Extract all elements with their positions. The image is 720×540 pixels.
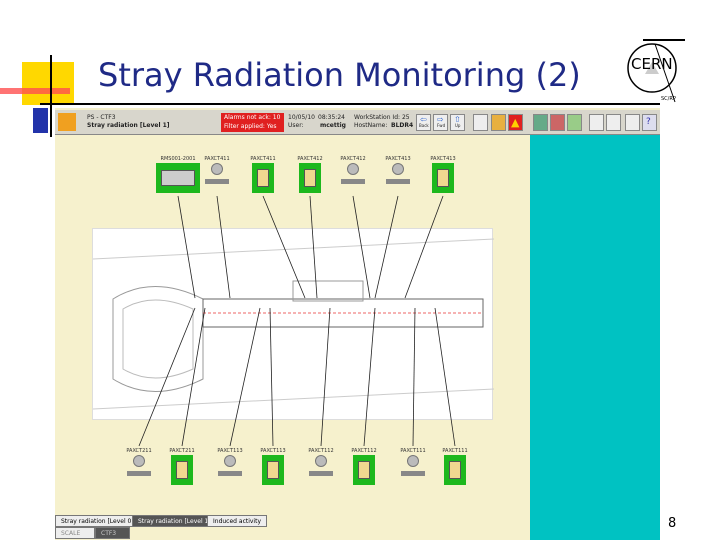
help-icon: ?: [646, 117, 651, 127]
gauge-bar: [401, 471, 425, 476]
help-button[interactable]: ?: [642, 114, 657, 131]
monitor-icon: [437, 169, 449, 187]
gauge-dial-icon: [211, 163, 223, 175]
connector-line: [434, 307, 456, 447]
gauge-bar: [218, 471, 242, 476]
device-label: PAXCT111: [400, 448, 426, 454]
connector-line: [404, 195, 444, 299]
connector-line: [352, 195, 371, 299]
cern-logo-text: CERN: [631, 55, 673, 73]
device-label: PAXCT211: [169, 448, 195, 454]
device-label: PAXCT412: [297, 156, 323, 162]
radiation-gauge[interactable]: [341, 163, 365, 189]
tab-level-1[interactable]: Stray radiation [Level 1]: [132, 515, 217, 527]
cern-logo: CERN SC/RP: [625, 38, 685, 103]
radiation-gauge[interactable]: [401, 455, 425, 481]
yellow-square-decoration: [22, 62, 74, 105]
network-button[interactable]: [606, 114, 621, 131]
monitor-icon: [176, 461, 188, 479]
side-panel: [530, 135, 660, 540]
connector-line: [262, 195, 306, 299]
device-label: RMS001-2001: [160, 156, 196, 162]
monitor-icon: [358, 461, 370, 479]
device-label: PAXCT112: [351, 448, 377, 454]
radiation-gauge[interactable]: [205, 163, 229, 189]
connector-line: [363, 307, 376, 447]
red-bar-decoration: [0, 88, 70, 94]
gauge-dial-icon: [224, 455, 236, 467]
subtab-scale[interactable]: SCALE: [55, 527, 95, 539]
gauge-bar: [127, 471, 151, 476]
monitor-icon: [257, 169, 269, 187]
device-label: PAXCT411: [250, 156, 276, 162]
gauge-dial-icon: [347, 163, 359, 175]
scada-screenshot: PS - CTF3 Stray radiation [Level 1] Alar…: [55, 108, 660, 540]
users-button[interactable]: [533, 114, 548, 131]
user-button[interactable]: [567, 114, 582, 131]
radiation-gauge[interactable]: [127, 455, 151, 481]
connector-line: [138, 307, 196, 447]
device-label: PAXCT411: [204, 156, 230, 162]
gauge-dial-icon: [407, 455, 419, 467]
rms-monitor[interactable]: [156, 163, 200, 193]
connector-line: [320, 307, 331, 447]
radiation-monitor[interactable]: [299, 163, 321, 193]
cern-logo-subtext: SC/RP: [661, 96, 676, 102]
device-label: PAXCT112: [308, 448, 334, 454]
tab-level-0[interactable]: Stray radiation [Level 0]: [55, 515, 140, 527]
gauge-bar: [205, 179, 229, 184]
connector-line: [177, 195, 196, 299]
gauge-dial-icon: [133, 455, 145, 467]
device-label: PAXCT113: [217, 448, 243, 454]
radiation-monitor[interactable]: [444, 455, 466, 485]
device-label: PAXCT413: [430, 156, 456, 162]
gauge-dial-icon: [315, 455, 327, 467]
export-button[interactable]: [589, 114, 604, 131]
subtab-ctf3[interactable]: CTF3: [95, 527, 130, 539]
connector-line: [374, 195, 399, 299]
gauge-dial-icon: [392, 163, 404, 175]
connector-line: [269, 307, 274, 447]
radiation-monitor[interactable]: [262, 455, 284, 485]
connector-line: [181, 307, 206, 447]
monitor-icon: [267, 461, 279, 479]
print-button[interactable]: [625, 114, 640, 131]
radiation-gauge[interactable]: [309, 455, 333, 481]
radiation-monitor[interactable]: [252, 163, 274, 193]
connector-line: [309, 195, 318, 299]
blue-square-decoration: [33, 108, 48, 133]
device-label: PAXCT412: [340, 156, 366, 162]
device-label: PAXCT413: [385, 156, 411, 162]
gauge-bar: [386, 179, 410, 184]
gauge-bar: [341, 179, 365, 184]
device-label: PAXCT111: [442, 448, 468, 454]
radiation-monitor[interactable]: [353, 455, 375, 485]
device-label: PAXCT211: [126, 448, 152, 454]
connector-line: [229, 307, 261, 447]
monitor-icon: [449, 461, 461, 479]
monitor-icon: [304, 169, 316, 187]
slide-title: Stray Radiation Monitoring (2): [98, 56, 581, 94]
gauge-bar: [309, 471, 333, 476]
connector-line: [216, 195, 231, 299]
page-number: 8: [668, 516, 677, 531]
radiation-monitor[interactable]: [432, 163, 454, 193]
rms-icon: [161, 170, 195, 186]
vertical-line-decoration: [50, 55, 52, 137]
device-label: PAXCT113: [260, 448, 286, 454]
radiation-gauge[interactable]: [386, 163, 410, 189]
radiation-gauge[interactable]: [218, 455, 242, 481]
connector-line: [412, 307, 416, 447]
tab-induced-activity[interactable]: Induced activity: [207, 515, 268, 527]
horizontal-line-decoration: [40, 103, 660, 105]
users-off-button[interactable]: [550, 114, 565, 131]
radiation-monitor[interactable]: [171, 455, 193, 485]
